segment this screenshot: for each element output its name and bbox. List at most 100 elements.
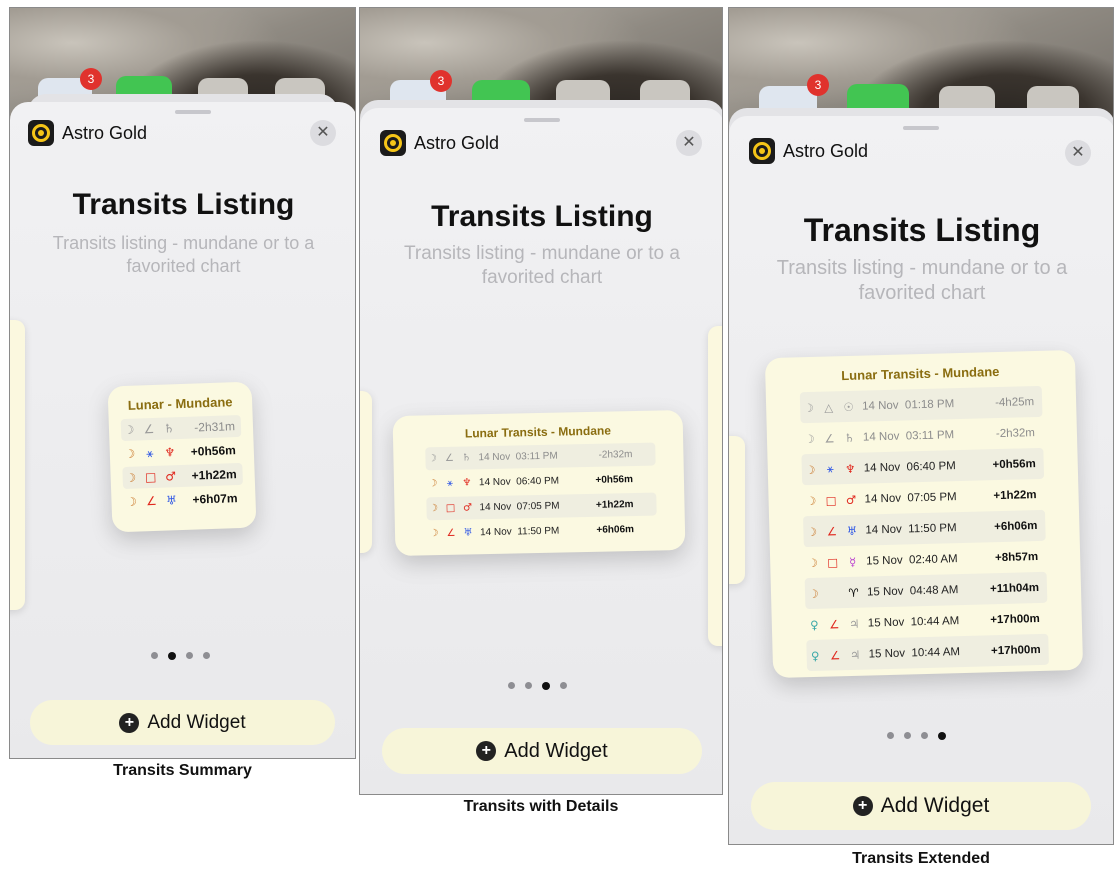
planet-glyph: ☽ [804, 431, 815, 446]
panel-transits-with-details: 3 Astro Gold ✕ Transits Listing Transits… [359, 7, 723, 795]
add-widget-label: Add Widget [880, 794, 990, 817]
planet-glyph: ♅ [165, 493, 178, 508]
transit-offset: +8h57m [994, 550, 1039, 564]
astro-gold-app-icon [749, 138, 775, 164]
page-dot-active[interactable] [168, 652, 176, 660]
subtitle-line: Transits listing - mundane or to a [52, 233, 315, 253]
transit-datetime: 15 Nov 02:40 AM [866, 552, 958, 568]
close-button[interactable]: ✕ [676, 130, 702, 156]
aspect-glyph: ⚹ [145, 445, 154, 460]
page-dot[interactable] [904, 732, 911, 739]
page-dot[interactable] [186, 652, 193, 659]
page-subtitle: Transits listing - mundane or to a favor… [360, 242, 722, 290]
widget-preview[interactable]: Lunar Transits - Mundane ☽ ∠ ♄ 14 Nov 03:11… [392, 409, 686, 557]
planet-glyph: ♂ [462, 502, 473, 514]
add-widget-button[interactable]: + Add Widget [382, 728, 702, 774]
page-dot[interactable] [560, 682, 567, 689]
aspect-glyph: ∠ [829, 616, 840, 632]
transit-row: ♀ ∠ ♃ 15 Nov 10:44 AM +17h00m [806, 633, 1049, 672]
page-dot[interactable] [887, 732, 894, 739]
previous-widget-preview[interactable] [729, 436, 745, 584]
app-header: Astro Gold [28, 120, 147, 146]
transit-offset: +0h56m [595, 474, 634, 486]
planet-glyph: ☽ [803, 400, 815, 415]
planet-glyph: ☽ [807, 555, 819, 570]
close-button[interactable]: ✕ [310, 120, 336, 146]
planet-glyph: ☽ [806, 524, 818, 539]
sheet-grabber[interactable] [175, 110, 211, 114]
transit-row: ☽ ⚹ ♆ 14 Nov 06:40 PM +0h56m [426, 468, 656, 496]
planet-glyph: ☽ [123, 422, 135, 438]
page-dot[interactable] [525, 682, 532, 689]
astro-gold-app-icon [28, 120, 54, 146]
panel-transits-summary: 3 Astro Gold ✕ Transits Listing Transits… [9, 7, 356, 759]
caption: Transits Extended [852, 850, 990, 867]
planet-glyph: ♀ [810, 648, 820, 663]
planet-glyph: ♆ [462, 477, 472, 489]
transit-offset: +1h22m [993, 488, 1037, 502]
transit-list: ☽ △ ☉ 14 Nov 01:18 PM -4h25m ☽ ∠ ♄ 14 Nov 03:11 … [766, 377, 1083, 672]
transit-datetime: 15 Nov 04:48 AM [866, 583, 959, 599]
subtitle-line: favorited chart [481, 266, 603, 288]
notification-badge: 3 [430, 70, 452, 92]
page-dot[interactable] [151, 652, 158, 659]
previous-widget-preview[interactable] [360, 391, 372, 553]
page-subtitle: Transits listing - mundane or to a favor… [729, 256, 1113, 306]
planet-glyph: ☽ [427, 453, 438, 465]
transit-datetime: 14 Nov 03:11 PM [478, 450, 558, 464]
transit-datetime: 15 Nov 10:44 AM [867, 614, 960, 630]
planet-glyph: ♈ [848, 585, 859, 600]
page-indicator[interactable] [151, 652, 210, 660]
transit-offset: -2h32m [995, 426, 1036, 440]
planet-glyph: ♃ [849, 616, 860, 631]
transit-offset: +17h00m [990, 612, 1040, 626]
page-title: Transits Listing [72, 188, 295, 221]
panel-transits-extended: 3 Astro Gold ✕ Transits Listing Transits… [728, 7, 1114, 845]
aspect-glyph: ∠ [444, 452, 455, 464]
planet-glyph: ☽ [804, 462, 816, 477]
planet-glyph: ☽ [124, 446, 136, 462]
close-button[interactable]: ✕ [1065, 140, 1091, 166]
aspect-glyph: □ [827, 554, 839, 570]
planet-glyph: ☿ [849, 554, 857, 569]
widget-preview[interactable]: Lunar Transits - Mundane ☽ △ ☉ 14 Nov 01:18… [764, 349, 1084, 679]
transit-row: ☽ □ ♂ +1h22m [122, 462, 244, 490]
subtitle-line: Transits listing - mundane or to a [404, 243, 680, 264]
planet-glyph: ♀ [809, 617, 819, 632]
aspect-glyph: ∠ [143, 421, 155, 437]
planet-glyph: ♂ [845, 492, 857, 507]
widget-preview[interactable]: Lunar - Mundane ☽ ∠ ♄ -2h31m ☽ ⚹ ♆ +0h56m ☽ □ ♂ +1h… [107, 381, 257, 533]
aspect-glyph: ∠ [826, 523, 838, 539]
aspect-glyph: ∠ [824, 430, 835, 446]
add-widget-button[interactable]: + Add Widget [751, 782, 1091, 830]
page-title: Transits Listing [803, 212, 1041, 248]
page-dot-active[interactable] [938, 732, 946, 740]
page-indicator[interactable] [508, 682, 567, 690]
transit-row: ☽ ∠ ♅ +6h07m [123, 487, 244, 513]
planet-glyph: ☉ [843, 399, 854, 414]
astro-gold-app-icon [380, 130, 406, 156]
plus-circle-icon: + [852, 796, 873, 816]
page-dot[interactable] [203, 652, 210, 659]
add-widget-button[interactable]: + Add Widget [30, 700, 335, 745]
transit-datetime: 14 Nov 06:40 PM [478, 475, 560, 489]
previous-widget-preview[interactable] [10, 320, 25, 610]
page-indicator[interactable] [887, 732, 946, 740]
planet-glyph: ☽ [125, 470, 137, 485]
page-dot-active[interactable] [542, 682, 550, 690]
aspect-glyph: □ [825, 492, 837, 508]
transit-offset: +6h07m [192, 491, 238, 507]
sheet-grabber[interactable] [903, 126, 939, 130]
app-header: Astro Gold [749, 138, 868, 164]
next-widget-preview[interactable] [708, 326, 722, 646]
sheet-grabber[interactable] [524, 118, 560, 122]
widget-sheet: Astro Gold ✕ Transits Listing Transits l… [10, 102, 355, 758]
aspect-glyph: □ [445, 502, 456, 514]
subtitle-line: favorited chart [126, 255, 241, 276]
transit-offset: +17h00m [990, 643, 1041, 657]
page-dot[interactable] [921, 732, 928, 739]
aspect-glyph: ⚹ [446, 477, 454, 489]
page-dot[interactable] [508, 682, 515, 689]
transit-offset: +6h06m [596, 524, 635, 536]
transit-row: ☽ □ ♂ 14 Nov 07:05 PM +1h22m [426, 492, 657, 521]
